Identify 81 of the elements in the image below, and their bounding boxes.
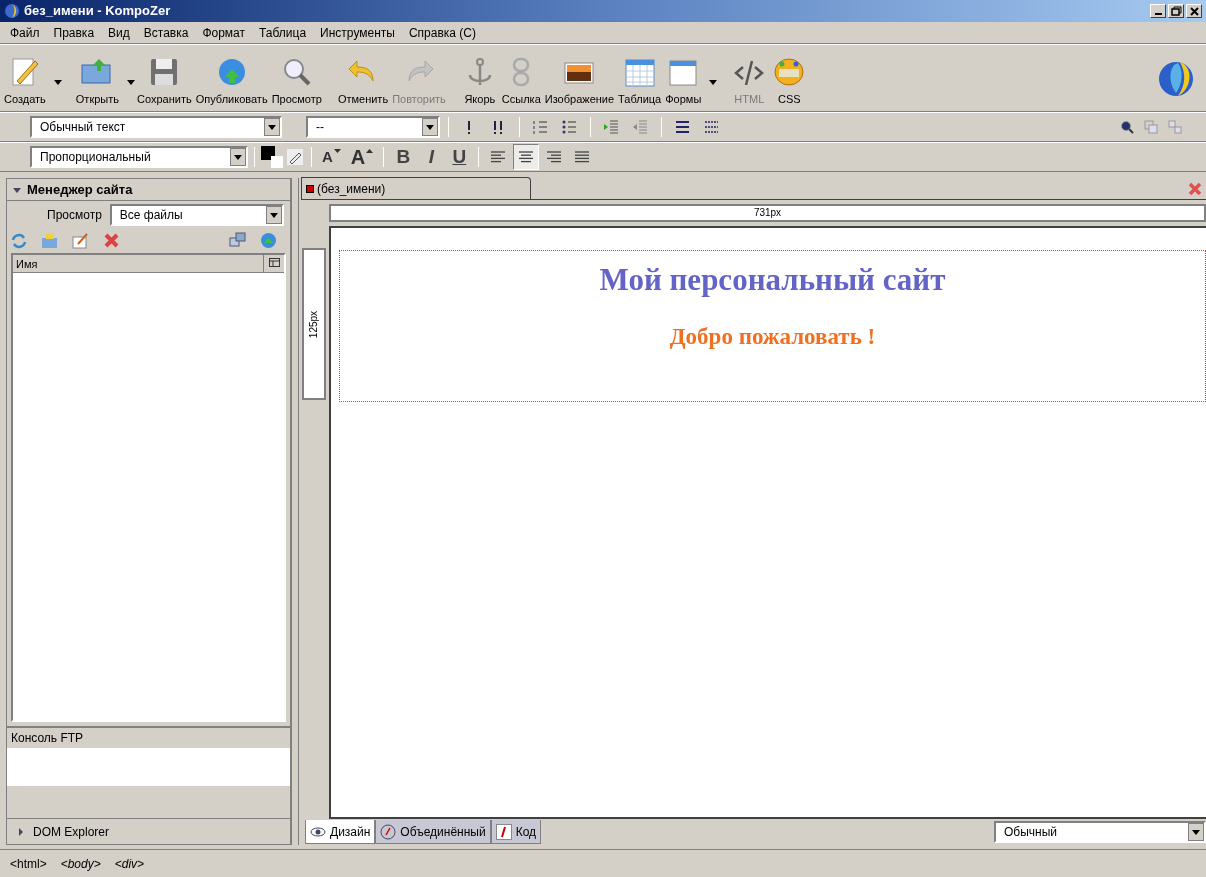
- page-heading: Мой персональный сайт: [599, 261, 946, 299]
- triangle-icon: [366, 149, 374, 153]
- view-select[interactable]: Все файлы: [109, 204, 284, 226]
- align-right-icon: [546, 149, 563, 165]
- close-icon[interactable]: [1188, 182, 1202, 196]
- restore-button[interactable]: [1168, 4, 1184, 18]
- justify-icon: [574, 149, 591, 165]
- align-left-icon: [490, 149, 507, 165]
- computers-icon[interactable]: [229, 231, 246, 249]
- breadcrumb-tag[interactable]: <body>: [60, 854, 101, 873]
- align-center-button[interactable]: [513, 144, 540, 170]
- bulleted-list-icon[interactable]: [561, 118, 578, 136]
- toolbar-button[interactable]: Просмотр: [269, 54, 324, 107]
- edit-icon[interactable]: [72, 231, 89, 249]
- mode-tab[interactable]: Дизайн: [305, 820, 376, 844]
- magnifier-icon[interactable]: [1120, 120, 1134, 134]
- class-select[interactable]: --: [306, 116, 440, 138]
- close-button[interactable]: [1186, 4, 1202, 18]
- menu-item[interactable]: Файл: [10, 23, 40, 42]
- bold-button[interactable]: B: [390, 144, 417, 170]
- font-select[interactable]: Пропорциональный: [30, 146, 248, 168]
- triangle-icon: [333, 149, 341, 153]
- breadcrumb-tag[interactable]: <html>: [10, 854, 47, 873]
- toolbar-button[interactable]: Создать: [2, 54, 48, 107]
- close-icon: [1187, 5, 1201, 17]
- toolbar-button[interactable]: Ссылка: [499, 54, 543, 107]
- toolbar-button[interactable]: Опубликовать: [193, 54, 270, 107]
- lines-icon[interactable]: [674, 118, 691, 136]
- panel-title: Консоль FTP: [10, 730, 85, 747]
- panel-title: Менеджер сайта: [27, 180, 133, 199]
- globe-icon: [4, 3, 20, 19]
- align-center-icon: [518, 149, 535, 165]
- toolbar-button[interactable]: Таблица: [616, 54, 664, 107]
- menu-item[interactable]: Справка (С): [408, 23, 476, 42]
- toolbar-button[interactable]: Изображение: [542, 54, 617, 107]
- menu-item[interactable]: Правка: [53, 23, 95, 42]
- dropdown-caret-icon[interactable]: [53, 80, 62, 85]
- toolbar-button[interactable]: Открыть: [73, 54, 121, 107]
- code-icon: [495, 823, 512, 840]
- menu-item[interactable]: Формат: [202, 23, 246, 42]
- menu-item[interactable]: Таблица: [259, 23, 307, 42]
- color-swatch-icon[interactable]: [261, 146, 283, 168]
- globe-icon: [1156, 59, 1196, 99]
- panel-title: DOM Explorer: [33, 823, 109, 841]
- paragraph-style-select[interactable]: Обычный текст: [30, 116, 282, 138]
- menu-item[interactable]: Вставка: [143, 23, 189, 42]
- mode-tab[interactable]: Объединённый: [375, 820, 491, 844]
- smaller-button[interactable]: A: [318, 144, 345, 170]
- underline-button[interactable]: U: [446, 144, 473, 170]
- split-view-icon: [380, 823, 397, 840]
- wavy-lines-icon[interactable]: [703, 118, 720, 136]
- expand-triangle-icon[interactable]: [13, 185, 21, 194]
- view-label: Просмотр: [47, 207, 102, 224]
- side-ruler: 125px: [302, 248, 326, 400]
- nodes-icon[interactable]: [1168, 120, 1182, 134]
- document-tab[interactable]: (без_имени): [301, 177, 531, 199]
- toolbar-button[interactable]: Сохранить: [135, 54, 194, 107]
- breadcrumb-tag[interactable]: <div>: [114, 854, 145, 873]
- splitter[interactable]: [291, 178, 299, 845]
- restore-icon: [1169, 5, 1183, 17]
- minimize-button[interactable]: [1150, 4, 1166, 18]
- toolbar-button[interactable]: Формы: [663, 54, 704, 107]
- page-subheading: Добро пожаловать !: [669, 322, 876, 351]
- ruler: 731px: [329, 204, 1206, 222]
- italic-button[interactable]: I: [418, 144, 445, 170]
- mode-tab[interactable]: Код: [490, 820, 542, 844]
- view-mode-select[interactable]: Обычный: [994, 821, 1206, 843]
- larger-button[interactable]: A: [346, 144, 378, 170]
- toolbar-button[interactable]: CSS: [769, 54, 810, 107]
- dropdown-caret-icon[interactable]: [709, 80, 718, 85]
- delete-icon[interactable]: [103, 231, 120, 249]
- toolbar-button[interactable]: Якорь: [459, 54, 500, 107]
- expand-triangle-icon[interactable]: [17, 827, 25, 836]
- dropdown-caret-icon[interactable]: [127, 80, 135, 85]
- numbered-list-icon[interactable]: [532, 118, 549, 136]
- eraser-icon[interactable]: [287, 149, 303, 165]
- menu-item[interactable]: Вид: [108, 23, 130, 42]
- minimize-icon: [1154, 13, 1162, 15]
- toolbar-button[interactable]: Отменить: [335, 54, 391, 107]
- menu-item[interactable]: Инструменты: [320, 23, 395, 42]
- window-title: без_имени - KompoZer: [24, 2, 172, 21]
